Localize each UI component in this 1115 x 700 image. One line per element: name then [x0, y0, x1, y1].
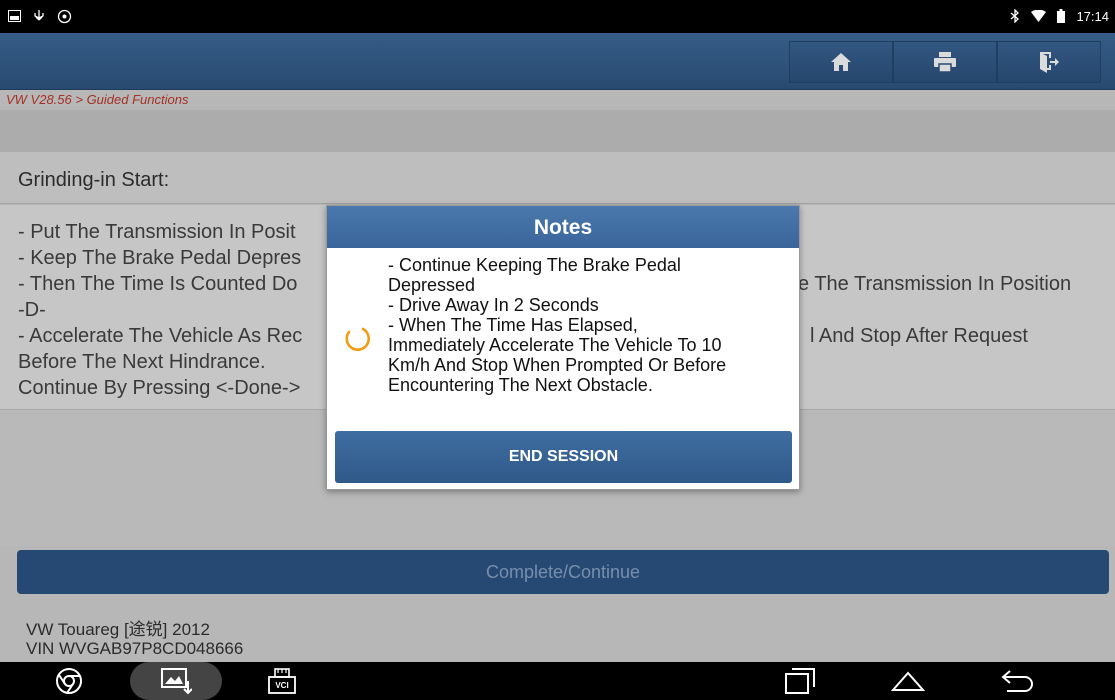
dialog-title: Notes — [327, 206, 799, 248]
battery-icon — [1053, 8, 1069, 24]
bluetooth-icon — [1007, 8, 1023, 24]
vci-button[interactable]: VCI — [262, 662, 302, 700]
dialog-line: - When The Time Has Elapsed, — [388, 315, 638, 335]
chrome-button[interactable] — [50, 662, 88, 700]
dialog-line: - Drive Away In 2 Seconds — [388, 295, 599, 315]
dialog-line: Km/h And Stop When Prompted Or Before — [388, 355, 727, 375]
status-bar: 17:14 — [0, 0, 1115, 33]
recent-apps-icon — [785, 668, 815, 694]
wifi-icon — [1030, 8, 1046, 24]
dialog-message: - Continue Keeping The Brake Pedal Depre… — [388, 255, 788, 395]
dialog-line: Depressed — [388, 275, 476, 295]
home-nav-button[interactable] — [888, 662, 928, 700]
back-button[interactable] — [998, 662, 1038, 700]
screenshot-icon — [161, 668, 192, 695]
usb-icon — [31, 8, 47, 24]
chrome-icon — [56, 668, 82, 694]
navigation-bar: VCI — [0, 662, 1115, 700]
notes-dialog: Notes - Continue Keeping The Brake Pedal… — [326, 205, 800, 490]
dialog-line: - Continue Keeping The Brake Pedal — [388, 255, 681, 275]
end-session-button[interactable]: END SESSION — [335, 431, 792, 483]
loading-spinner-icon — [345, 327, 370, 351]
recent-apps-button[interactable] — [780, 662, 820, 700]
screenshot-button[interactable] — [150, 662, 202, 700]
settings-icon — [56, 8, 72, 24]
dialog-line: Encountering The Next Obstacle. — [388, 375, 653, 395]
clock: 17:14 — [1076, 8, 1109, 24]
dialog-line: Immediately Accelerate The Vehicle To 10 — [388, 335, 722, 355]
gallery-icon — [6, 8, 22, 24]
vci-label: VCI — [275, 681, 289, 690]
back-icon — [1001, 670, 1033, 692]
home-nav-icon — [891, 671, 925, 691]
